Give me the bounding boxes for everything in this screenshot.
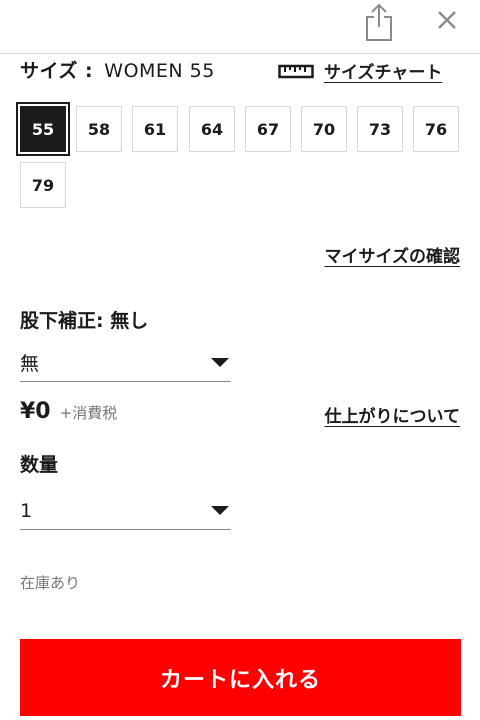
quantity-select[interactable]: 1 (20, 492, 231, 530)
size-option-64[interactable]: 64 (189, 106, 235, 152)
size-option-76[interactable]: 76 (413, 106, 459, 152)
add-to-cart-label: カートに入れる (159, 667, 321, 693)
close-button[interactable] (430, 2, 464, 38)
inseam-select-value: 無 (20, 353, 40, 375)
size-heading: サイズ : WOMEN 55 (20, 56, 215, 83)
size-option-67[interactable]: 67 (245, 106, 291, 152)
size-option-70[interactable]: 70 (301, 106, 347, 152)
price-amount: ¥0 (20, 399, 51, 424)
quantity-label: 数量 (20, 454, 59, 476)
price: ¥0 +消費税 (20, 399, 117, 424)
size-chart-link[interactable]: サイズチャート (278, 58, 442, 83)
my-size-link[interactable]: マイサイズの確認 (325, 242, 461, 267)
dropdown-caret-icon (211, 358, 229, 367)
selected-size-value: WOMEN 55 (104, 60, 215, 82)
inseam-select[interactable]: 無 (20, 344, 231, 382)
share-icon (366, 3, 392, 41)
size-chart-label: サイズチャート (324, 63, 443, 83)
inseam-label: 股下補正: 無し (20, 310, 149, 332)
dropdown-caret-icon (211, 506, 229, 515)
size-option-55[interactable]: 55 (16, 102, 70, 156)
tax-note: +消費税 (59, 404, 118, 422)
size-option-61[interactable]: 61 (132, 106, 178, 152)
ruler-icon (278, 64, 314, 78)
stock-status: 在庫あり (20, 574, 81, 592)
share-button[interactable] (360, 0, 398, 44)
size-heading-label: サイズ : (20, 60, 94, 82)
close-icon (438, 11, 456, 29)
top-bar (0, 0, 480, 54)
add-to-cart-button[interactable]: カートに入れる (20, 639, 461, 716)
size-option-79[interactable]: 79 (20, 162, 66, 208)
size-option-73[interactable]: 73 (357, 106, 403, 152)
finish-info-link[interactable]: 仕上がりについて (325, 402, 461, 427)
size-option-58[interactable]: 58 (76, 106, 122, 152)
quantity-select-value: 1 (20, 499, 33, 522)
